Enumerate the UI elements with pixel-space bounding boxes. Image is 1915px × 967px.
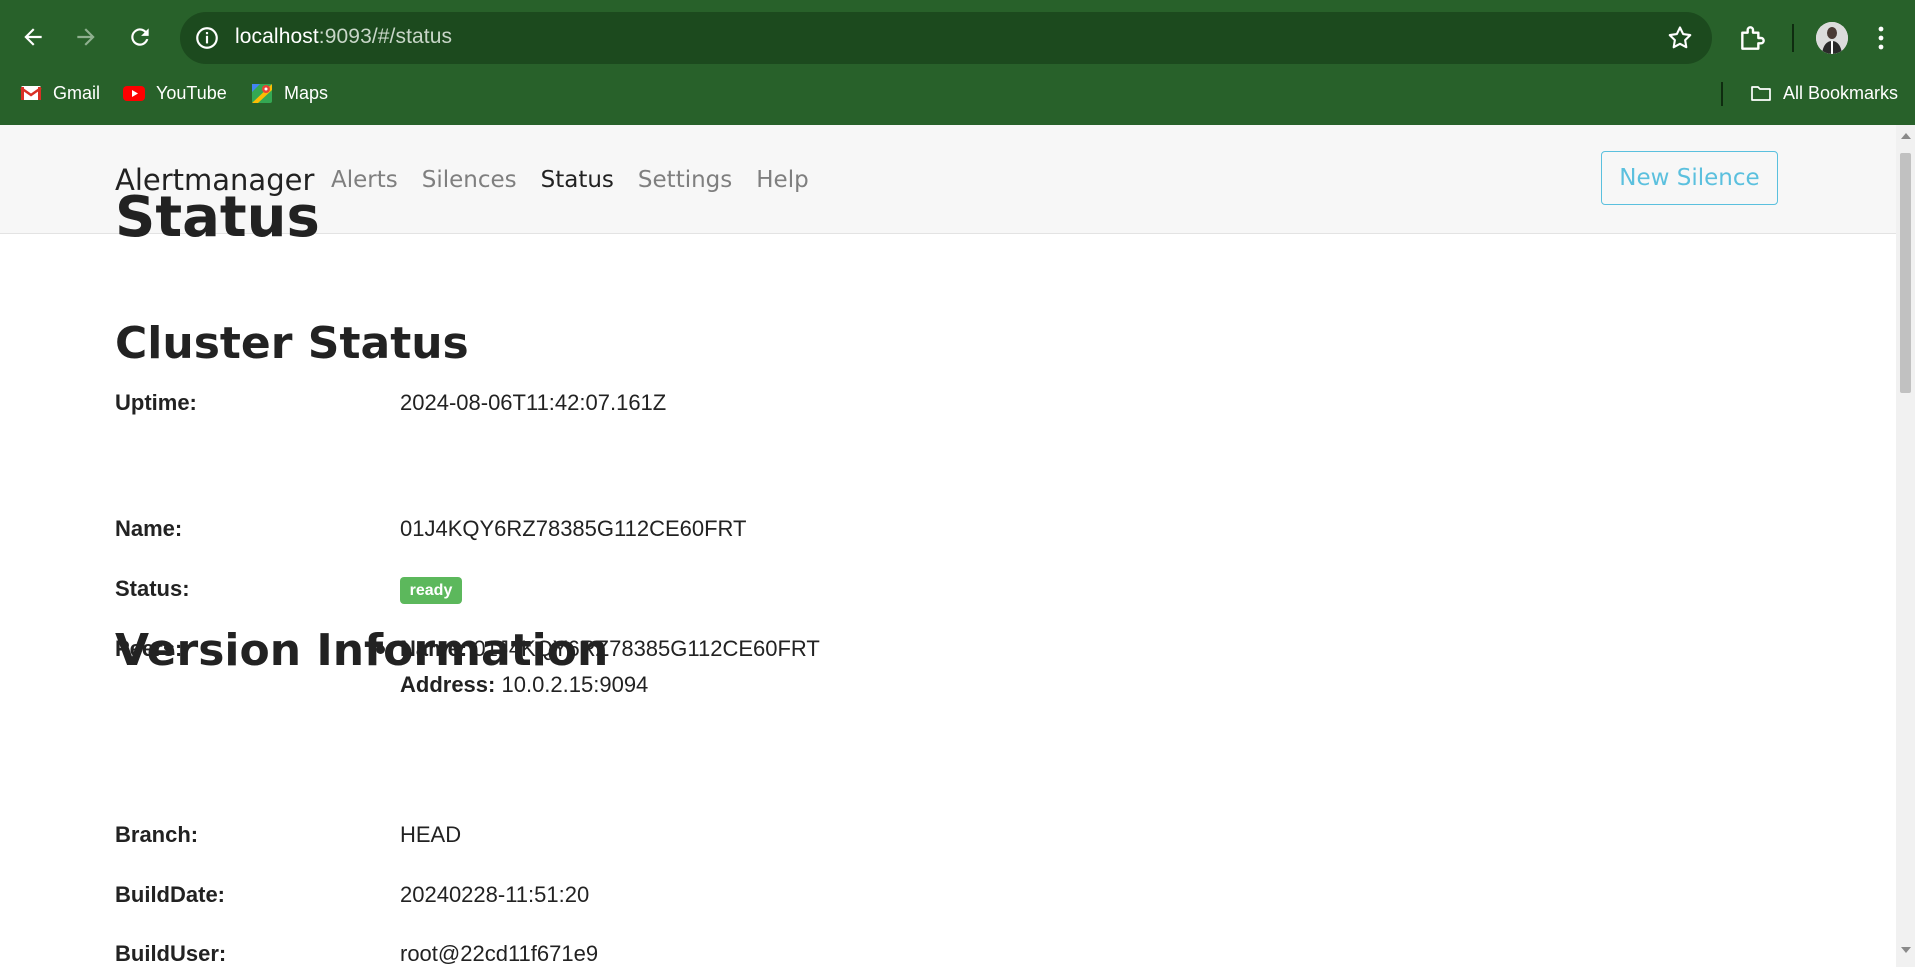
url-text[interactable]: localhost:9093/#/status (235, 25, 452, 49)
bookmark-star-icon[interactable] (1666, 24, 1694, 52)
cluster-status-heading: Cluster Status (115, 318, 469, 369)
nav-silences[interactable]: Silences (422, 167, 517, 193)
status-heading: Status (115, 185, 320, 250)
gmail-icon (20, 86, 42, 100)
forward-arrow-icon (77, 28, 95, 46)
bookmarks-divider (1721, 82, 1723, 106)
version-heading: Version Information (115, 625, 609, 676)
all-bookmarks-label: All Bookmarks (1783, 82, 1899, 103)
folder-icon (1751, 86, 1771, 101)
forward-button[interactable] (65, 16, 107, 58)
browser-chrome: localhost:9093/#/status Gmail YouTube Ma… (0, 0, 1915, 125)
bookmark-youtube[interactable]: YouTube (122, 78, 227, 108)
uptime-value: 2024-08-06T11:42:07.161Z (400, 390, 667, 415)
page-viewport: Alertmanager Alerts Silences Status Sett… (0, 125, 1896, 967)
url-host: localhost (235, 25, 319, 48)
scroll-down-icon[interactable] (1901, 947, 1911, 953)
bookmark-gmail[interactable]: Gmail (19, 78, 100, 108)
bookmark-label: Maps (284, 82, 329, 103)
extensions-icon[interactable] (1737, 22, 1769, 54)
bookmarks-bar: Gmail YouTube Maps All Bookmarks (0, 78, 1915, 108)
scroll-up-icon[interactable] (1901, 133, 1911, 139)
new-silence-button[interactable]: New Silence (1601, 151, 1778, 205)
reload-icon (131, 28, 149, 46)
bookmark-label: YouTube (156, 82, 227, 103)
browser-menu-icon[interactable] (1875, 22, 1887, 54)
site-info-icon[interactable] (194, 25, 220, 51)
back-button[interactable] (12, 16, 54, 58)
builddate-value: 20240228-11:51:20 (400, 882, 590, 907)
youtube-icon (123, 86, 145, 101)
bookmark-label: Gmail (53, 82, 101, 103)
back-arrow-icon (24, 28, 42, 46)
cluster-name-value: 01J4KQY6RZ78385G112CE60FRT (400, 516, 747, 541)
nav-links: Alerts Silences Status Settings Help (331, 167, 833, 193)
bookmark-maps[interactable]: Maps (250, 78, 328, 108)
profile-avatar[interactable] (1816, 22, 1848, 54)
builddate-label: BuildDate: (115, 882, 225, 907)
nav-status[interactable]: Status (541, 167, 614, 193)
nav-alerts[interactable]: Alerts (331, 167, 398, 193)
nav-settings[interactable]: Settings (638, 167, 732, 193)
scrollbar-thumb[interactable] (1900, 153, 1911, 393)
cluster-name-label: Name: (115, 516, 183, 541)
maps-icon (252, 84, 272, 103)
all-bookmarks-button[interactable]: All Bookmarks (1749, 78, 1898, 108)
vertical-scrollbar[interactable] (1896, 125, 1915, 967)
reload-button[interactable] (119, 16, 161, 58)
branch-value: HEAD (400, 822, 462, 847)
cluster-status-label: Status: (115, 576, 190, 601)
toolbar-divider (1792, 24, 1794, 52)
url-path: :9093/#/status (318, 25, 453, 48)
uptime-label: Uptime: (115, 390, 197, 415)
nav-help[interactable]: Help (756, 167, 808, 193)
branch-label: Branch: (115, 822, 199, 847)
address-bar[interactable]: localhost:9093/#/status (180, 12, 1712, 64)
builduser-label: BuildUser: (115, 941, 227, 966)
profile-photo-icon (1816, 22, 1848, 54)
builduser-value: root@22cd11f671e9 (400, 941, 599, 966)
status-badge: ready (400, 577, 462, 604)
